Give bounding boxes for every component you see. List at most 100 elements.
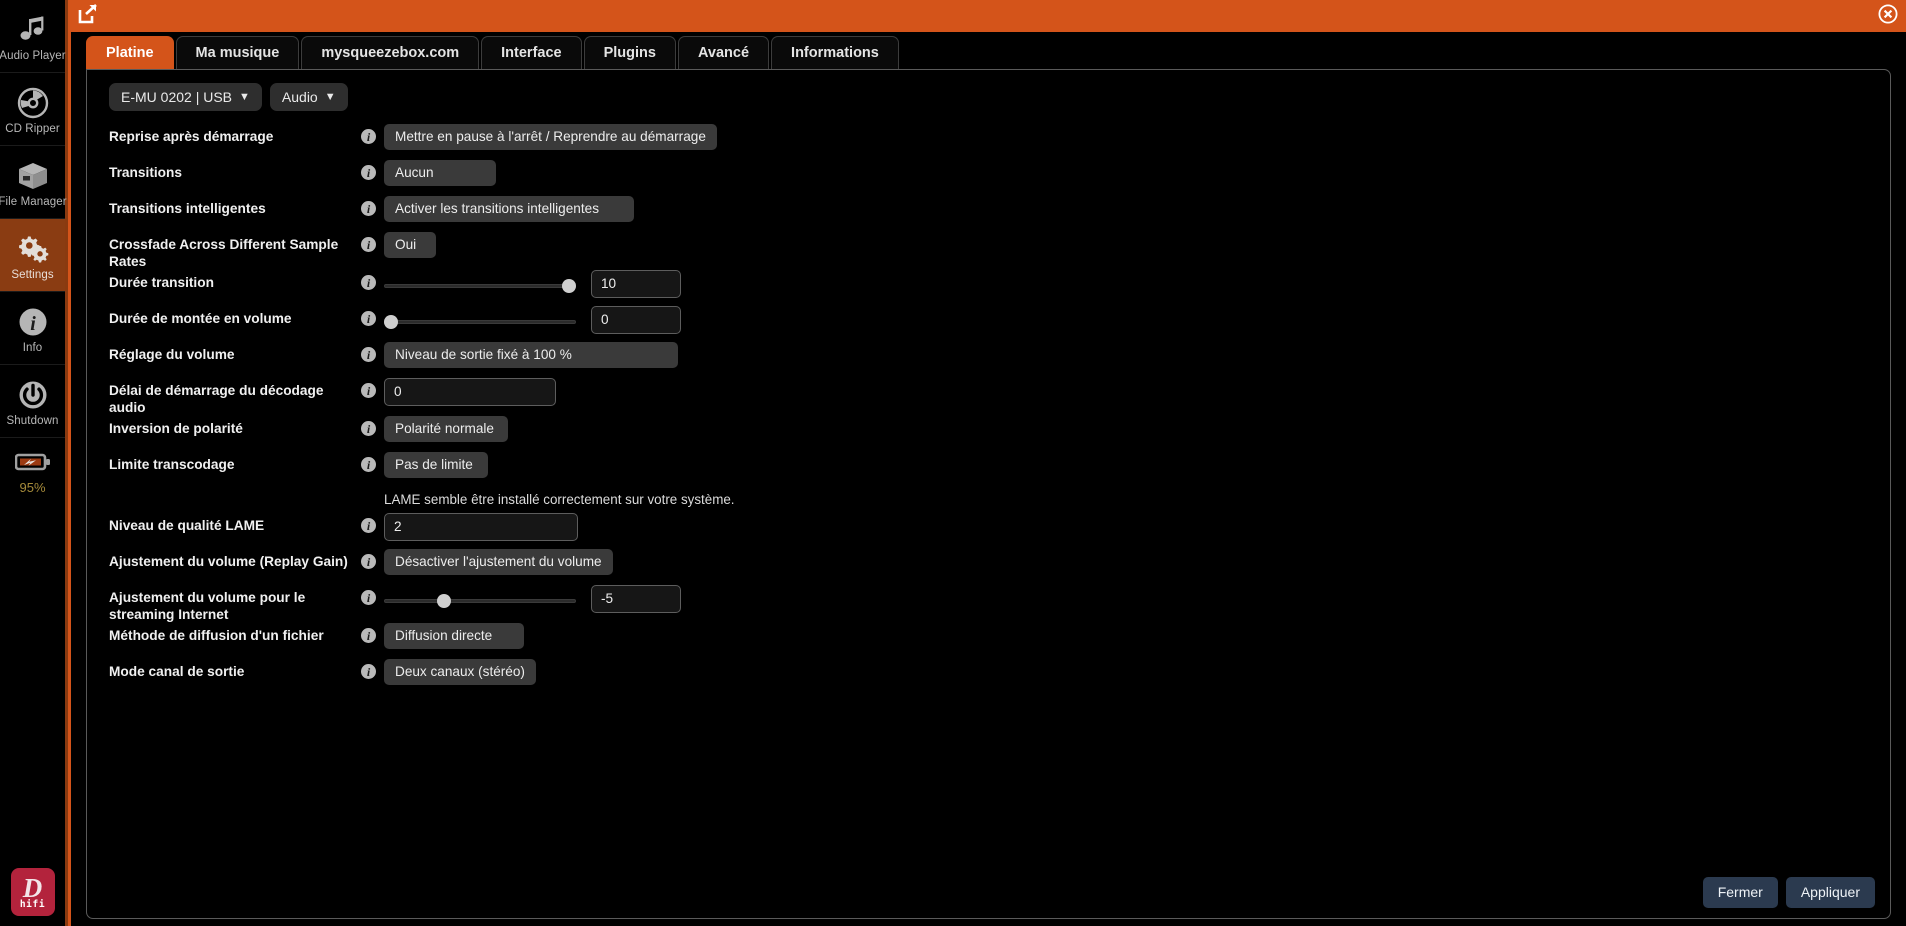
info-icon[interactable]: i (361, 201, 376, 216)
setting-label: Limite transcodage (109, 457, 235, 472)
device-selector-row: E-MU 0202 | USB ▼ Audio ▼ (87, 70, 1890, 111)
tab-informations[interactable]: Informations (771, 36, 899, 69)
tab-label: mysqueezebox.com (321, 45, 460, 61)
tab-plugins[interactable]: Plugins (583, 36, 676, 69)
sidebar-item-info[interactable]: i Info (0, 292, 65, 365)
sidebar-item-label: CD Ripper (5, 122, 60, 135)
brand-logo: D hifi (10, 868, 55, 916)
setting-row: Durée transition i (87, 270, 1890, 306)
setting-select[interactable]: Activer les transitions intelligentes (384, 196, 634, 222)
sidebar-item-cd-ripper[interactable]: CD Ripper (0, 73, 65, 146)
sidebar-item-label: Settings (11, 268, 54, 281)
share-export-icon[interactable] (78, 3, 98, 29)
setting-slider-group (384, 270, 681, 298)
slider-track (384, 320, 576, 324)
tab-label: Ma musique (195, 45, 280, 61)
tab-strip: Platine Ma musique mysqueezebox.com Interfa… (71, 32, 1906, 69)
setting-select[interactable]: Deux canaux (stéréo) (384, 659, 536, 685)
slider-thumb[interactable] (562, 279, 576, 293)
sidebar-item-label: Info (22, 341, 43, 354)
close-circle-icon[interactable] (1878, 3, 1898, 29)
audio-mode-select[interactable]: Audio ▼ (269, 83, 348, 111)
tab-platine[interactable]: Platine (86, 36, 174, 69)
info-icon[interactable]: i (361, 347, 376, 362)
setting-label: Mode canal de sortie (109, 664, 245, 679)
setting-row: Niveau de qualité LAME i (87, 513, 1890, 549)
setting-control: i Deux canaux (stéréo) (361, 659, 536, 685)
slider-track (384, 599, 576, 603)
setting-select[interactable]: Diffusion directe (384, 623, 524, 649)
info-icon[interactable]: i (361, 590, 376, 605)
setting-label: Niveau de qualité LAME (109, 518, 265, 533)
info-icon[interactable]: i (361, 421, 376, 436)
setting-control: i Désactiver l'ajustement du volume (361, 549, 613, 575)
sidebar-item-shutdown[interactable]: Shutdown (0, 365, 65, 438)
setting-slider[interactable] (384, 278, 576, 294)
setting-label: Reprise après démarrage (109, 129, 274, 144)
setting-input[interactable] (384, 378, 556, 406)
slider-thumb[interactable] (384, 315, 398, 329)
setting-row: Limite transcodage i Pas de limite (87, 452, 1890, 488)
info-icon[interactable]: i (361, 237, 376, 252)
setting-slider[interactable] (384, 593, 576, 609)
setting-slider-group (384, 306, 681, 334)
panel-footer: Fermer Appliquer (1702, 877, 1875, 908)
setting-select[interactable]: Désactiver l'ajustement du volume (384, 549, 613, 575)
setting-control: i Mettre en pause à l'arrêt / Reprendre a… (361, 124, 717, 150)
apply-button[interactable]: Appliquer (1785, 877, 1875, 908)
gears-icon (12, 230, 54, 268)
brand-logo-mark: D (22, 872, 43, 903)
battery-percent-label: 95% (19, 479, 46, 495)
setting-slider-value-input[interactable] (591, 306, 681, 334)
close-button[interactable]: Fermer (1702, 877, 1778, 908)
sidebar-item-audio-player[interactable]: Audio Player (0, 0, 66, 73)
setting-select[interactable]: Aucun (384, 160, 496, 186)
setting-select[interactable]: Pas de limite (384, 452, 488, 478)
chevron-down-icon: ▼ (324, 90, 336, 103)
info-circle-icon: i (12, 303, 54, 341)
setting-slider-value-input[interactable] (591, 270, 681, 298)
info-icon[interactable]: i (361, 275, 376, 290)
setting-row: Transitions intelligentes i Activer les tr… (87, 196, 1890, 232)
info-icon[interactable]: i (361, 518, 376, 533)
sidebar-item-file-manager[interactable]: File Manager (0, 146, 67, 219)
device-select[interactable]: E-MU 0202 | USB ▼ (109, 83, 262, 111)
setting-slider-value-input[interactable] (591, 585, 681, 613)
tab-label: Avancé (697, 45, 750, 61)
setting-control: i Niveau de sortie fixé à 100 % (361, 342, 678, 368)
info-icon[interactable]: i (361, 383, 376, 398)
setting-select[interactable]: Oui (384, 232, 436, 258)
battery-status: 95% (0, 438, 65, 508)
setting-label: Inversion de polarité (109, 421, 243, 436)
setting-input[interactable] (384, 513, 578, 541)
setting-row: Délai de démarrage du décodage audio i (87, 378, 1890, 416)
info-icon[interactable]: i (361, 165, 376, 180)
setting-slider[interactable] (384, 314, 576, 330)
info-icon[interactable]: i (361, 129, 376, 144)
tab-interface[interactable]: Interface (481, 36, 582, 69)
setting-row: Transitions i Aucun (87, 160, 1890, 196)
setting-row: Méthode de diffusion d'un fichier i Diffus… (87, 623, 1890, 659)
tab-mysqueezebox-com[interactable]: mysqueezebox.com (301, 36, 480, 69)
setting-label: Crossfade Across Different Sample Rates (109, 237, 339, 269)
setting-row: Inversion de polarité i Polarité normale (87, 416, 1890, 452)
sidebar: Audio Player CD Ripper File Manager Sett… (0, 0, 68, 926)
setting-row: Reprise après démarrage i Mettre en pause … (87, 124, 1890, 160)
tab-avanc[interactable]: Avancé (677, 36, 770, 69)
music-note-icon (12, 11, 54, 49)
info-icon[interactable]: i (361, 311, 376, 326)
setting-control: i Pas de limite (361, 452, 488, 478)
setting-hint-text: LAME semble être installé correctement s… (384, 492, 735, 507)
tab-label: Informations (791, 45, 879, 61)
setting-control: i Aucun (361, 160, 496, 186)
setting-select[interactable]: Polarité normale (384, 416, 508, 442)
info-icon[interactable]: i (361, 457, 376, 472)
info-icon[interactable]: i (361, 554, 376, 569)
setting-select[interactable]: Mettre en pause à l'arrêt / Reprendre au… (384, 124, 717, 150)
info-icon[interactable]: i (361, 664, 376, 679)
slider-thumb[interactable] (437, 594, 452, 608)
setting-select[interactable]: Niveau de sortie fixé à 100 % (384, 342, 678, 368)
sidebar-item-settings[interactable]: Settings (0, 219, 65, 292)
tab-ma-musique[interactable]: Ma musique (175, 36, 300, 69)
info-icon[interactable]: i (361, 628, 376, 643)
